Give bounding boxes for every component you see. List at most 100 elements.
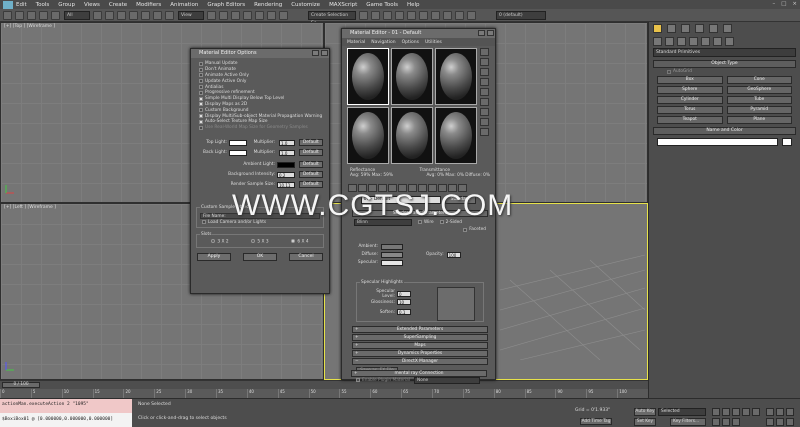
cancel-button[interactable]: Cancel <box>289 252 323 261</box>
close-icon[interactable]: × <box>792 1 797 7</box>
menu-item-help[interactable]: Help <box>407 2 420 8</box>
viewport-label[interactable]: [+] [Left ] [Wireframe ] <box>4 205 56 210</box>
specular-color-swatch[interactable] <box>381 259 403 266</box>
bg-intensity-default-button[interactable]: Default <box>299 171 323 179</box>
graphite-tools-icon[interactable] <box>395 10 404 20</box>
slots-6x4-radio[interactable]: 6 X 4 <box>291 239 309 245</box>
sample-slot[interactable] <box>347 107 389 164</box>
select-by-material-icon[interactable] <box>480 118 489 126</box>
menu-item-game-tools[interactable]: Game Tools <box>366 2 398 8</box>
menu-navigation[interactable]: Navigation <box>371 40 395 45</box>
menu-item-create[interactable]: Create <box>109 2 127 8</box>
object-name-input[interactable] <box>657 138 778 146</box>
geometry-icon[interactable] <box>653 37 662 46</box>
menu-item-tools[interactable]: Tools <box>36 2 50 8</box>
close-icon[interactable] <box>487 30 494 36</box>
layer-select[interactable]: 0 (default) <box>496 10 546 20</box>
select-manipulate-icon[interactable] <box>219 10 228 20</box>
soften-input[interactable]: 0.1 <box>397 309 411 315</box>
minimize-icon[interactable]: – <box>772 1 775 7</box>
top-light-multiplier-input[interactable]: 1.0 <box>279 139 295 146</box>
minimize-icon[interactable] <box>312 50 319 56</box>
time-configuration-icon[interactable] <box>732 418 740 426</box>
hierarchy-tab-icon[interactable] <box>681 24 690 33</box>
lights-icon[interactable] <box>677 37 686 46</box>
sample-type-icon[interactable] <box>480 48 489 56</box>
backlight-icon[interactable] <box>480 58 489 66</box>
teapot-button[interactable]: Teapot <box>657 116 723 124</box>
shapes-icon[interactable] <box>665 37 674 46</box>
key-mode-icon[interactable] <box>712 418 720 426</box>
app-logo-icon[interactable] <box>3 0 13 9</box>
ambient-color-swatch[interactable] <box>381 243 403 250</box>
material-editor-title-bar[interactable]: Material Editor - 01 - Default <box>342 29 495 38</box>
keyboard-shortcut-icon[interactable] <box>231 10 240 20</box>
time-slider[interactable]: 0 / 100 <box>0 380 648 389</box>
next-frame-icon[interactable] <box>742 408 750 416</box>
menu-item-maxscript[interactable]: MAXScript <box>329 2 357 8</box>
space-warps-icon[interactable] <box>713 37 722 46</box>
ok-button[interactable]: OK <box>243 252 277 261</box>
top-light-default-button[interactable]: Default <box>299 139 323 147</box>
sphere-button[interactable]: Sphere <box>657 86 723 94</box>
menu-item-views[interactable]: Views <box>84 2 100 8</box>
window-crossing-icon[interactable] <box>129 10 138 20</box>
percent-snap-icon[interactable] <box>267 10 276 20</box>
auto-key-button[interactable]: Auto Key <box>634 408 656 416</box>
key-filters-button[interactable]: Key Filters... <box>670 418 706 426</box>
sample-slot[interactable] <box>347 48 389 105</box>
previous-frame-icon[interactable] <box>722 408 730 416</box>
time-slider-thumb[interactable]: 0 / 100 <box>2 382 40 388</box>
ambient-light-color-swatch[interactable] <box>277 161 295 168</box>
bind-space-warp-icon[interactable] <box>51 10 60 20</box>
cone-button[interactable]: Cone <box>726 76 792 84</box>
rectangular-selection-icon[interactable] <box>117 10 126 20</box>
menu-item-animation[interactable]: Animation <box>170 2 198 8</box>
supersampling-rollout[interactable]: + SuperSampling <box>352 334 488 341</box>
snaps-toggle-icon[interactable] <box>243 10 252 20</box>
zoom-all-icon[interactable] <box>776 408 784 416</box>
real-world-map-size-checkbox[interactable]: Use Real-World Map Size for Geometry Sam… <box>199 125 329 131</box>
sample-slot[interactable] <box>435 107 477 164</box>
cameras-icon[interactable] <box>689 37 698 46</box>
apply-button[interactable]: Apply <box>197 252 231 261</box>
undo-icon[interactable] <box>3 10 12 20</box>
select-scale-icon[interactable] <box>165 10 174 20</box>
create-tab-icon[interactable] <box>653 24 662 33</box>
select-rotate-icon[interactable] <box>153 10 162 20</box>
render-production-icon[interactable] <box>467 10 476 20</box>
sample-uv-tiling-icon[interactable] <box>480 78 489 86</box>
zoom-icon[interactable] <box>766 408 774 416</box>
opacity-input[interactable]: 100 <box>446 251 461 258</box>
plane-button[interactable]: Plane <box>726 116 792 124</box>
motion-tab-icon[interactable] <box>695 24 704 33</box>
close-icon[interactable] <box>321 50 328 56</box>
mental-ray-connection-rollout[interactable]: + mental ray Connection <box>351 370 487 377</box>
schematic-view-icon[interactable] <box>419 10 428 20</box>
render-setup-icon[interactable] <box>443 10 452 20</box>
slots-5x3-radio[interactable]: 5 X 3 <box>251 239 269 245</box>
modify-tab-icon[interactable] <box>667 24 676 33</box>
reference-coordinate-select[interactable]: View <box>178 10 204 20</box>
sample-slot[interactable] <box>391 107 433 164</box>
menu-item-graph-editors[interactable]: Graph Editors <box>207 2 245 8</box>
link-icon[interactable] <box>27 10 36 20</box>
select-object-icon[interactable] <box>93 10 102 20</box>
faceted-checkbox[interactable]: Faceted <box>463 227 486 233</box>
menu-item-group[interactable]: Group <box>58 2 75 8</box>
dynamics-properties-rollout[interactable]: + Dynamics Properties <box>352 350 488 357</box>
zoom-extents-icon[interactable] <box>786 408 794 416</box>
background-intensity-input[interactable]: 0.2 <box>277 171 295 178</box>
minimize-icon[interactable] <box>478 30 485 36</box>
menu-material[interactable]: Material <box>347 40 365 45</box>
layer-manager-icon[interactable] <box>383 10 392 20</box>
display-tab-icon[interactable] <box>709 24 718 33</box>
primitive-category-select[interactable]: Standard Primitives <box>653 48 796 57</box>
key-selection-select[interactable]: Selected <box>658 408 706 416</box>
maxscript-listener[interactable]: actionMan.executeAction 2 "1095" $BoxiBo… <box>0 399 132 427</box>
track-bar[interactable]: 0 5 10 15 20 25 30 35 40 45 50 55 60 65 … <box>0 389 648 398</box>
pyramid-button[interactable]: Pyramid <box>726 106 792 114</box>
selection-filter-select[interactable]: All <box>64 10 90 20</box>
go-to-end-icon[interactable] <box>752 408 760 416</box>
video-color-check-icon[interactable] <box>480 88 489 96</box>
